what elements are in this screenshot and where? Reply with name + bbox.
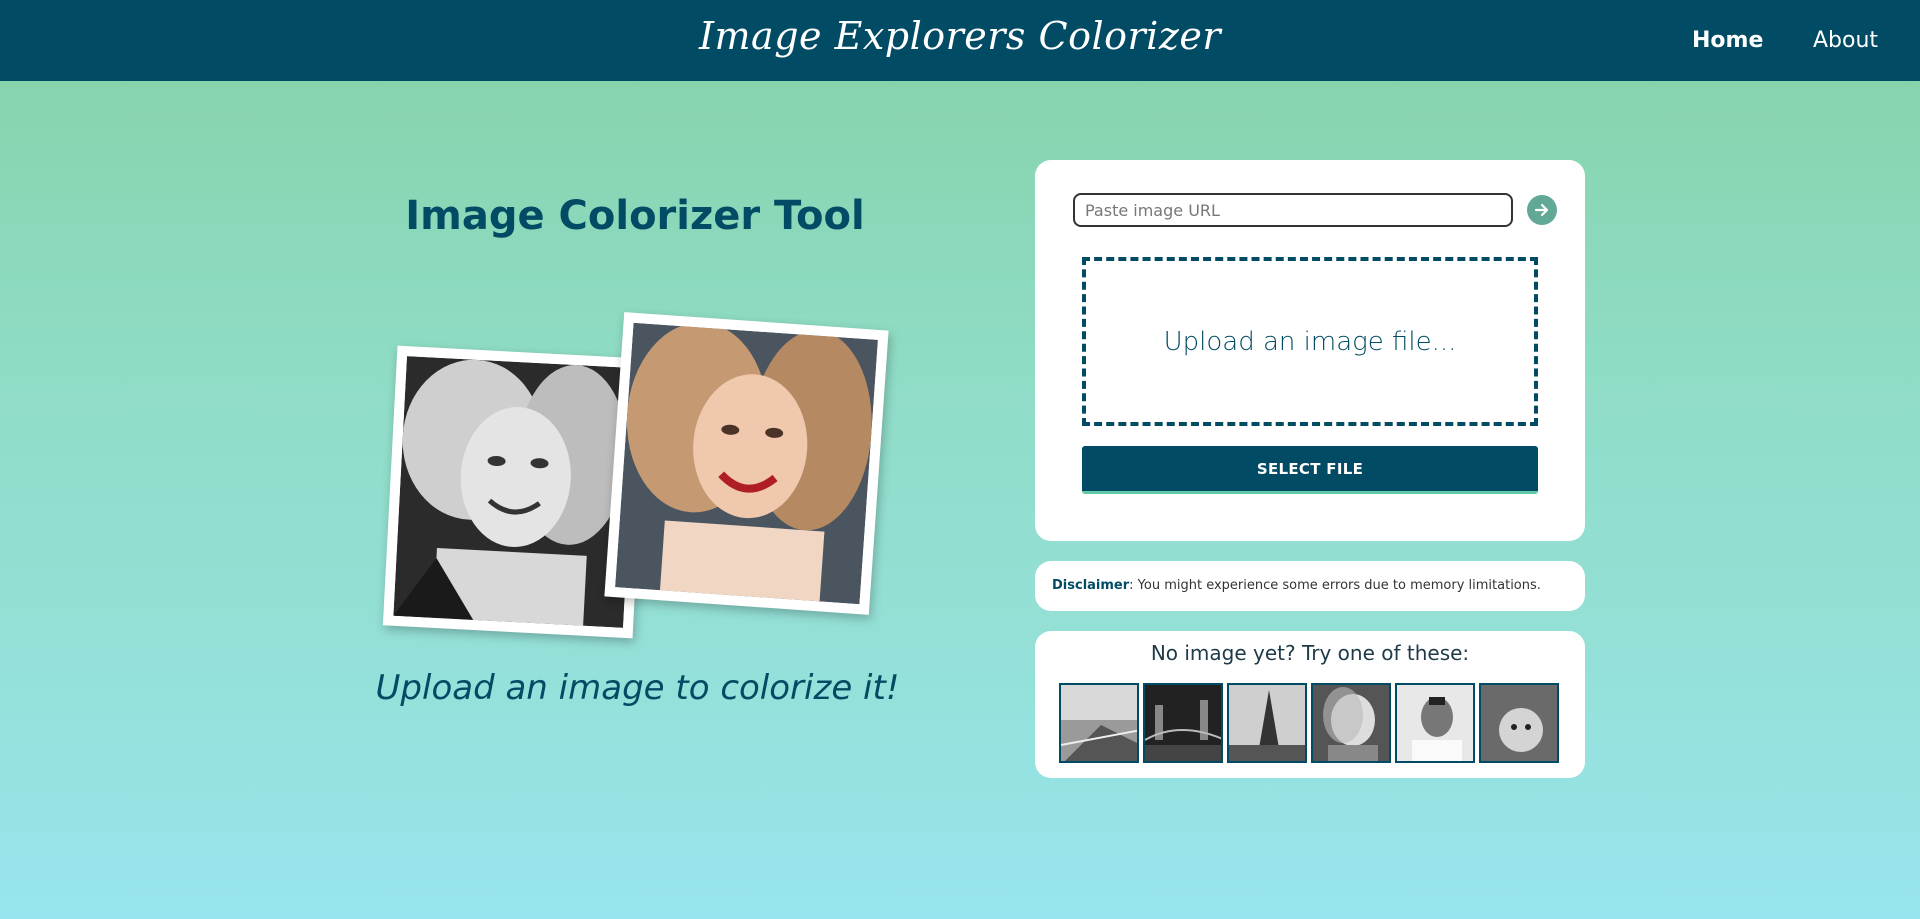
upload-card: Upload an image file... SELECT FILE — [1035, 160, 1585, 541]
file-dropzone[interactable]: Upload an image file... — [1082, 257, 1538, 426]
tagline: Upload an image to colorize it! — [375, 668, 900, 708]
sample-thumbnail-woman-portrait[interactable] — [1311, 683, 1391, 763]
disclaimer-card: Disclaimer: You might experience some er… — [1035, 561, 1585, 611]
samples-title: No image yet? Try one of these: — [1150, 641, 1470, 665]
dropzone-label: Upload an image file... — [1163, 326, 1457, 357]
nav-home-link[interactable]: Home — [1692, 28, 1763, 53]
submit-url-button[interactable] — [1527, 195, 1557, 225]
image-url-input[interactable] — [1073, 193, 1513, 227]
select-file-button[interactable]: SELECT FILE — [1082, 446, 1538, 494]
sample-thumbnails — [1059, 683, 1559, 763]
sample-thumbnail-puppy[interactable] — [1479, 683, 1559, 763]
sample-thumbnail-boardwalk[interactable] — [1059, 683, 1139, 763]
disclaimer-message: Disclaimer: You might experience some er… — [1052, 578, 1541, 593]
arrow-right-icon — [1534, 203, 1549, 217]
disclaimer-label: Disclaimer — [1052, 578, 1130, 593]
sample-thumbnail-eiffel-tower[interactable] — [1227, 683, 1307, 763]
nav-about-link[interactable]: About — [1813, 28, 1878, 53]
samples-card: No image yet? Try one of these: — [1035, 631, 1585, 778]
page-title: Image Colorizer Tool — [405, 193, 865, 239]
sample-thumbnail-man-portrait[interactable] — [1395, 683, 1475, 763]
brand-title: Image Explorers Colorizer — [699, 14, 1221, 58]
color-portrait-photo — [604, 312, 889, 615]
sample-thumbnail-city-bridge[interactable] — [1143, 683, 1223, 763]
disclaimer-text: : You might experience some errors due t… — [1129, 578, 1541, 593]
navbar: Image Explorers Colorizer Home About — [0, 0, 1920, 81]
